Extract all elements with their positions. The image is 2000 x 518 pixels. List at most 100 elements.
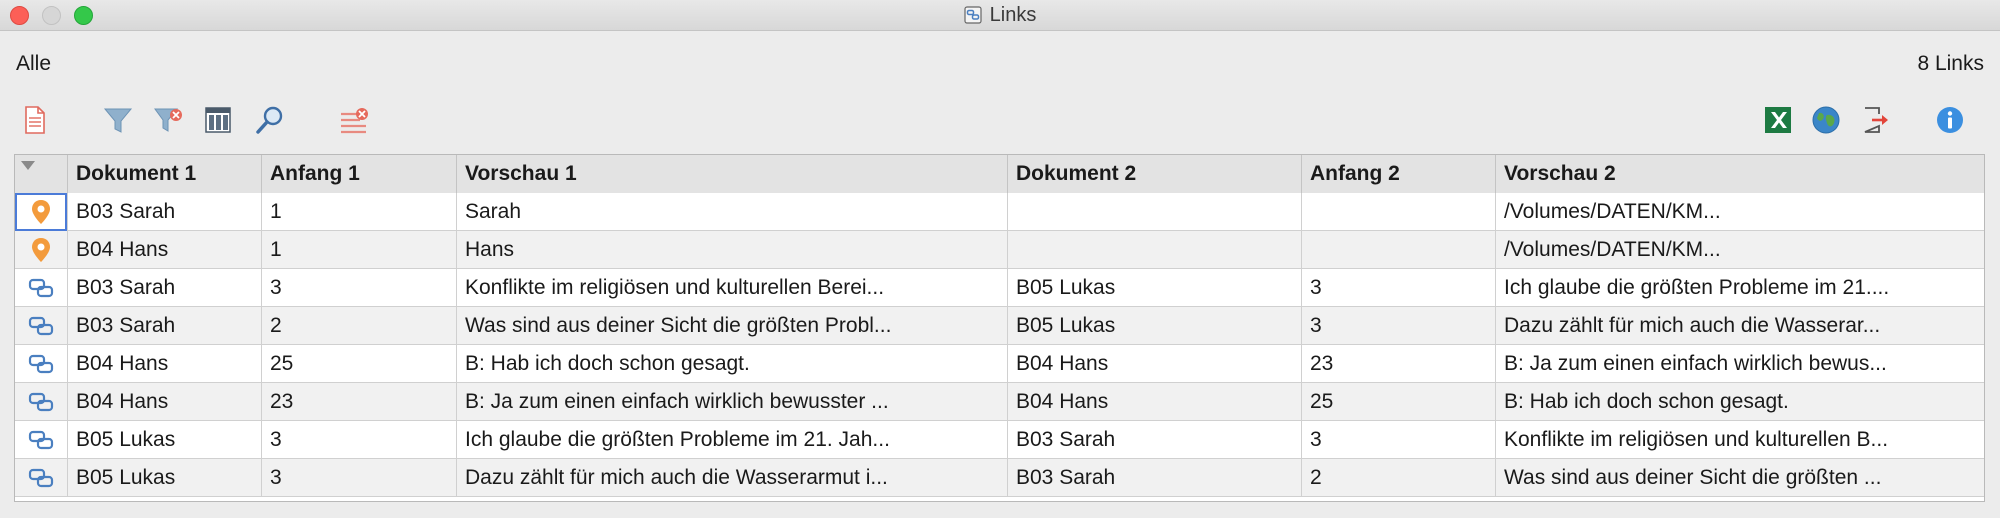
links-window-icon — [964, 6, 982, 24]
dokument-1-cell: B03 Sarah — [68, 269, 262, 307]
dokument-1-cell: B04 Hans — [68, 383, 262, 421]
anfang-2-cell: 3 — [1302, 269, 1496, 307]
anfang-1-cell: 3 — [262, 459, 457, 497]
table-row[interactable]: B05 Lukas 3 Ich glaube die größten Problem… — [15, 421, 1984, 459]
dokument-2-cell: B05 Lukas — [1008, 307, 1302, 345]
info-button[interactable] — [1932, 102, 1968, 138]
anfang-1-cell: 2 — [262, 307, 457, 345]
row-type-icon-cell[interactable] — [15, 421, 68, 459]
web-export-button[interactable] — [1808, 102, 1844, 138]
anfang-2-cell: 23 — [1302, 345, 1496, 383]
filter-icon — [103, 108, 133, 133]
vorschau-2-cell: /Volumes/DATEN/KM... — [1504, 200, 1721, 223]
row-type-icon-cell[interactable] — [15, 345, 68, 383]
anfang-1-cell: 23 — [262, 383, 457, 421]
links-window: Links Alle 8 Links Dokument 1 Anfang 1 V… — [0, 0, 2000, 518]
link-count: 8 Links — [1917, 52, 1984, 75]
vorschau-2-cell: Was sind aus deiner Sicht die größten ..… — [1504, 466, 1882, 489]
search-icon — [256, 106, 283, 134]
scope-label: Alle — [16, 52, 52, 75]
table-row[interactable]: B03 Sarah 3 Konflikte im religiösen und ku… — [15, 269, 1984, 307]
dokument-1-cell: B05 Lukas — [68, 421, 262, 459]
clear-filter-icon — [154, 108, 182, 132]
dokument-1-cell: B03 Sarah — [68, 193, 262, 231]
columns-icon — [205, 107, 231, 133]
dokument-2-cell: B03 Sarah — [1008, 421, 1302, 459]
sort-arrow-icon — [21, 161, 35, 170]
anfang-1-cell: 25 — [262, 345, 457, 383]
row-type-icon-cell[interactable] — [15, 231, 68, 269]
table-row[interactable]: B04 Hans 23 B: Ja zum einen einfach wirkli… — [15, 383, 1984, 421]
dokument-1-cell: B04 Hans — [68, 231, 262, 269]
vorschau-1-cell: Dazu zählt für mich auch die Wasserarmut… — [457, 459, 1008, 497]
vorschau-1-cell: B: Ja zum einen einfach wirklich bewusst… — [457, 383, 1008, 421]
row-type-icon-cell[interactable] — [15, 269, 68, 307]
info-icon — [1937, 107, 1963, 133]
dokument-1-cell: B03 Sarah — [68, 307, 262, 345]
column-header-anfang-1[interactable]: Anfang 1 — [262, 155, 457, 193]
window-title: Links — [989, 3, 1037, 26]
dokument-2-cell — [1008, 231, 1302, 269]
link-icon — [28, 392, 54, 412]
table-row[interactable]: B03 Sarah 2 Was sind aus deiner Sicht die … — [15, 307, 1984, 345]
export-icon — [1864, 107, 1888, 133]
anfang-2-cell — [1302, 231, 1496, 269]
row-type-icon-cell[interactable] — [15, 307, 68, 345]
links-table: Dokument 1 Anfang 1 Vorschau 1 Dokument … — [14, 154, 1985, 502]
columns-button[interactable] — [200, 102, 236, 138]
column-header-anfang-2[interactable]: Anfang 2 — [1302, 155, 1496, 193]
anfang-1-cell: 1 — [262, 231, 457, 269]
vorschau-1-cell: B: Hab ich doch schon gesagt. — [457, 345, 1008, 383]
table-header: Dokument 1 Anfang 1 Vorschau 1 Dokument … — [15, 155, 1984, 194]
dokument-2-cell: B03 Sarah — [1008, 459, 1302, 497]
vorschau-1-cell: Konflikte im religiösen und kulturellen … — [457, 269, 1008, 307]
table-row[interactable]: B05 Lukas 3 Dazu zählt für mich auch die W… — [15, 459, 1984, 497]
dokument-2-cell: B04 Hans — [1008, 345, 1302, 383]
title-area: Links — [0, 0, 2000, 30]
anfang-2-cell: 3 — [1302, 307, 1496, 345]
row-type-icon-cell[interactable] — [15, 193, 68, 231]
location-pin-icon — [32, 200, 50, 224]
table-row[interactable]: B04 Hans 25 B: Hab ich doch schon gesagt. B… — [15, 345, 1984, 383]
vorschau-1-cell: Sarah — [457, 193, 1008, 231]
excel-export-icon — [1765, 107, 1791, 133]
anfang-1-cell: 3 — [262, 269, 457, 307]
excel-export-button[interactable] — [1760, 102, 1796, 138]
row-type-icon-cell[interactable] — [15, 459, 68, 497]
table-row[interactable]: B04 Hans 1 Hans/Volumes/DATEN/KM... — [15, 231, 1984, 269]
vorschau-2-cell: Ich glaube die größten Probleme im 21...… — [1504, 276, 1890, 299]
vorschau-2-cell: B: Hab ich doch schon gesagt. — [1504, 390, 1789, 413]
link-icon — [28, 430, 54, 450]
dokument-1-cell: B05 Lukas — [68, 459, 262, 497]
filter-button[interactable] — [100, 102, 136, 138]
dokument-1-cell: B04 Hans — [68, 345, 262, 383]
column-header-vorschau-2[interactable]: Vorschau 2 — [1496, 155, 1984, 193]
row-type-icon-cell[interactable] — [15, 383, 68, 421]
anfang-2-cell — [1302, 193, 1496, 231]
column-header-vorschau-1[interactable]: Vorschau 1 — [457, 155, 1008, 193]
anfang-1-cell: 1 — [262, 193, 457, 231]
vorschau-2-cell: B: Ja zum einen einfach wirklich bewus..… — [1504, 352, 1887, 375]
link-icon — [28, 354, 54, 374]
location-pin-icon — [32, 238, 50, 262]
vorschau-2-cell: /Volumes/DATEN/KM... — [1504, 238, 1721, 261]
new-document-button[interactable] — [16, 102, 52, 138]
anfang-2-cell: 2 — [1302, 459, 1496, 497]
column-header-dokument-2[interactable]: Dokument 2 — [1008, 155, 1302, 193]
delete-rows-button[interactable] — [336, 102, 372, 138]
sort-column-header[interactable] — [15, 155, 68, 193]
anfang-2-cell: 25 — [1302, 383, 1496, 421]
anfang-2-cell: 3 — [1302, 421, 1496, 459]
vorschau-1-cell: Hans — [457, 231, 1008, 269]
vorschau-2-cell: Dazu zählt für mich auch die Wasserar... — [1504, 314, 1881, 337]
clear-filter-button[interactable] — [150, 102, 186, 138]
table-row[interactable]: B03 Sarah 1 Sarah/Volumes/DATEN/KM... — [15, 193, 1984, 231]
dokument-2-cell — [1008, 193, 1302, 231]
export-button[interactable] — [1858, 102, 1894, 138]
link-icon — [28, 278, 54, 298]
column-header-dokument-1[interactable]: Dokument 1 — [68, 155, 262, 193]
dokument-2-cell: B04 Hans — [1008, 383, 1302, 421]
web-export-icon — [1812, 106, 1840, 134]
title-bar: Links — [0, 0, 2000, 31]
search-button[interactable] — [252, 102, 288, 138]
